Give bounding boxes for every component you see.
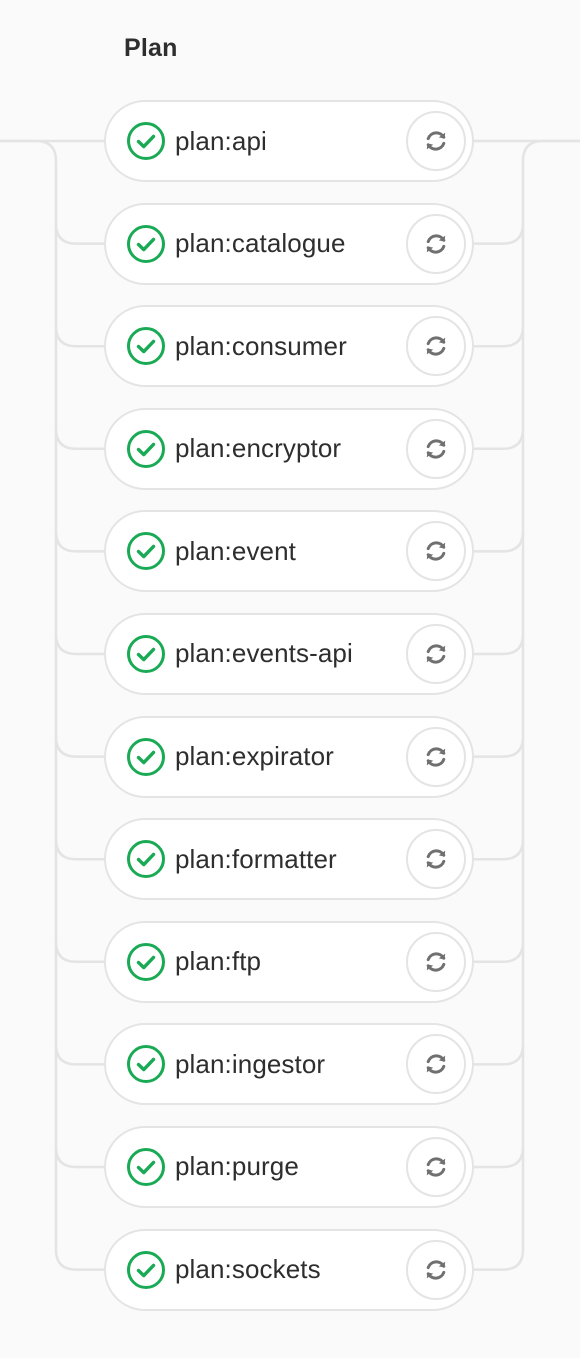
- retry-icon: [426, 644, 446, 664]
- retry-button[interactable]: [406, 316, 466, 377]
- check-circle-icon: [127, 737, 165, 776]
- job-item: plan:event: [104, 510, 474, 593]
- job-name: plan:event: [175, 535, 296, 566]
- retry-icon: [426, 746, 446, 767]
- retry-icon: [426, 952, 446, 972]
- connector-left-branch: [54, 531, 104, 553]
- retry-button[interactable]: [406, 521, 466, 582]
- retry-button[interactable]: [406, 111, 466, 171]
- retry-button[interactable]: [406, 1034, 466, 1095]
- connector-left-branch: [54, 1146, 104, 1169]
- job-item: plan:ingestor: [104, 1023, 474, 1106]
- check-circle-icon: [127, 634, 165, 673]
- job-list: plan:api plan:catalogue plan:consumer pl…: [104, 100, 474, 1331]
- connector-right-branch: [474, 223, 525, 245]
- job-name: plan:expirator: [175, 741, 334, 772]
- job-item: plan:events-api: [104, 612, 474, 695]
- retry-button[interactable]: [406, 623, 466, 684]
- retry-icon: [426, 849, 446, 869]
- connector-right-branch: [474, 839, 525, 861]
- job-item: plan:consumer: [104, 305, 474, 388]
- check-circle-icon: [127, 429, 165, 468]
- retry-button[interactable]: [406, 213, 466, 274]
- connector-right-branch: [474, 1146, 525, 1169]
- job-item: plan:purge: [104, 1125, 474, 1208]
- retry-icon: [426, 1259, 446, 1280]
- retry-button[interactable]: [406, 1239, 466, 1300]
- connector-left-branch: [54, 223, 104, 245]
- connector-right-branch: [474, 531, 525, 553]
- connector-left-branch: [54, 839, 104, 861]
- retry-icon: [426, 439, 446, 459]
- check-circle-icon: [127, 1147, 165, 1186]
- connector-right-branch: [474, 736, 525, 758]
- connector-right-branch: [474, 1044, 525, 1066]
- connector-left-branch: [54, 633, 104, 656]
- check-circle-icon: [127, 532, 165, 571]
- connector-right-trunk: [521, 139, 580, 1250]
- retry-icon: [426, 1157, 446, 1177]
- check-circle-icon: [127, 224, 165, 263]
- connector-right-branch: [474, 326, 525, 348]
- connector-right-branch: [474, 633, 525, 656]
- check-circle-icon: [127, 1045, 165, 1084]
- job-name: plan:ingestor: [175, 1048, 326, 1079]
- job-item: plan:formatter: [104, 818, 474, 901]
- job-name: plan:catalogue: [175, 228, 346, 259]
- retry-icon: [426, 233, 446, 254]
- job-name: plan:consumer: [175, 330, 347, 361]
- connector-left-branch: [54, 736, 104, 758]
- retry-icon: [426, 541, 446, 562]
- retry-icon: [426, 336, 446, 356]
- pipeline-stage: Plan plan:api plan:catalogue plan:consum…: [0, 0, 580, 1358]
- check-circle-icon: [127, 327, 165, 366]
- retry-button[interactable]: [406, 829, 466, 890]
- retry-button[interactable]: [406, 726, 466, 787]
- retry-icon: [426, 1054, 446, 1074]
- connector-left-branch: [54, 941, 104, 964]
- job-name: plan:events-api: [175, 638, 353, 669]
- connector-left-trunk: [0, 139, 58, 1250]
- job-name: plan:api: [175, 125, 267, 156]
- retry-icon: [426, 131, 446, 151]
- connector-right-branch: [474, 428, 525, 451]
- connector-left-branch: [54, 1044, 104, 1066]
- connector-left-branch: [54, 326, 104, 348]
- check-circle-icon: [127, 942, 165, 981]
- job-name: plan:ftp: [175, 946, 262, 977]
- job-item: plan:catalogue: [104, 202, 474, 285]
- job-item: plan:sockets: [104, 1228, 474, 1311]
- stage-title: Plan: [124, 34, 178, 62]
- connector-left-branch: [54, 428, 104, 451]
- job-name: plan:sockets: [175, 1254, 321, 1285]
- job-name: plan:purge: [175, 1151, 299, 1182]
- check-circle-icon: [127, 122, 165, 160]
- check-circle-icon: [127, 840, 165, 879]
- connector-right-branch: [474, 1249, 525, 1271]
- retry-button[interactable]: [406, 418, 466, 479]
- retry-button[interactable]: [406, 931, 466, 992]
- connector-left-branch: [54, 1249, 104, 1271]
- job-name: plan:encryptor: [175, 433, 342, 464]
- connector-right-branch: [474, 941, 525, 964]
- job-name: plan:formatter: [175, 843, 337, 874]
- job-item: plan:expirator: [104, 715, 474, 798]
- check-circle-icon: [127, 1250, 165, 1289]
- retry-button[interactable]: [406, 1136, 466, 1197]
- job-item: plan:api: [104, 100, 474, 182]
- job-item: plan:ftp: [104, 920, 474, 1003]
- job-item: plan:encryptor: [104, 407, 474, 490]
